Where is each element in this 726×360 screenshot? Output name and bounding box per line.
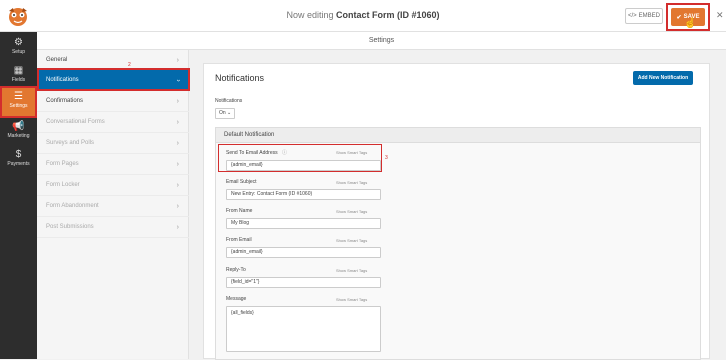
annotation-subnav: 2	[128, 62, 131, 68]
dollar-icon: $	[15, 149, 22, 160]
embed-label: EMBED	[638, 13, 661, 19]
settings-header: Settings	[37, 32, 726, 50]
chevron-right-icon: ›	[176, 182, 179, 189]
nav-marketing-label: Marketing	[7, 133, 30, 139]
notifications-select[interactable]: On ⌄	[215, 108, 235, 119]
notifications-highlight	[37, 68, 190, 91]
main-content: Notifications Add New Notification Notif…	[190, 50, 726, 360]
annotation-field: 3	[385, 155, 388, 161]
smart-tags-link[interactable]: Show Smart Tags	[336, 297, 367, 302]
message-label: Message	[226, 296, 247, 302]
nav-fields-label: Fields	[11, 77, 26, 83]
chevron-right-icon: ›	[176, 98, 179, 105]
embed-button[interactable]: </> EMBED	[625, 8, 663, 24]
settings-highlight	[0, 86, 37, 118]
cursor-icon: ☝	[684, 18, 697, 29]
nav-setup[interactable]: ⚙ Setup	[0, 34, 37, 64]
notifications-panel: Notifications Add New Notification Notif…	[203, 63, 710, 360]
subnav-surveys-polls[interactable]: Surveys and Polls ›	[37, 133, 189, 154]
reply-to-input[interactable]: {field_id="1"}	[226, 277, 381, 288]
nav-payments[interactable]: $ Payments	[0, 146, 37, 176]
chevron-right-icon: ›	[176, 203, 179, 210]
title-prefix: Now editing	[286, 10, 334, 20]
subnav-post-submissions[interactable]: Post Submissions ›	[37, 217, 189, 238]
left-nav: ⚙ Setup ▦ Fields ☰ Settings 📢 Marketing …	[0, 32, 37, 359]
send-to-highlight	[218, 144, 382, 172]
nav-marketing[interactable]: 📢 Marketing	[0, 118, 37, 148]
settings-subnav: General › Notifications › Confirmations …	[37, 50, 189, 359]
email-subject-label: Email Subject	[226, 179, 257, 185]
chevron-right-icon: ›	[176, 140, 179, 147]
smart-tags-link[interactable]: Show Smart Tags	[336, 238, 367, 243]
subnav-label: Form Pages	[46, 161, 79, 167]
subnav-label: Post Submissions	[46, 224, 94, 230]
megaphone-icon: 📢	[12, 121, 25, 132]
nav-setup-label: Setup	[11, 49, 26, 55]
chevron-right-icon: ›	[176, 161, 179, 168]
subnav-label: Surveys and Polls	[46, 140, 95, 146]
top-bar: Now editing Contact Form (ID #1060) </> …	[0, 0, 726, 40]
default-notification-title: Default Notification	[216, 128, 700, 143]
smart-tags-link[interactable]: Show Smart Tags	[336, 209, 367, 214]
from-email-input[interactable]: {admin_email}	[226, 247, 381, 258]
chevron-right-icon: ›	[176, 224, 179, 231]
fields-icon: ▦	[13, 65, 24, 76]
subnav-label: Form Locker	[46, 182, 80, 188]
message-textarea[interactable]: {all_fields}	[226, 306, 381, 352]
gear-icon: ⚙	[14, 37, 23, 48]
subnav-label: Confirmations	[46, 98, 84, 104]
nav-payments-label: Payments	[7, 161, 30, 167]
from-email-label: From Email	[226, 237, 252, 243]
subnav-form-locker[interactable]: Form Locker ›	[37, 175, 189, 196]
form-name: Contact Form (ID #1060)	[336, 10, 440, 20]
subnav-conversational-forms[interactable]: Conversational Forms ›	[37, 112, 189, 133]
code-icon: </>	[627, 13, 637, 19]
reply-to-label: Reply-To	[226, 267, 246, 273]
subnav-label: Conversational Forms	[46, 119, 105, 125]
notifications-label: Notifications	[215, 98, 243, 104]
email-subject-input[interactable]: New Entry: Contact Form (ID #1060)	[226, 189, 381, 200]
subnav-confirmations[interactable]: Confirmations ›	[37, 91, 189, 112]
from-name-input[interactable]: My Blog	[226, 218, 381, 229]
subnav-form-abandonment[interactable]: Form Abandonment ›	[37, 196, 189, 217]
subnav-label: Form Abandonment	[46, 203, 99, 209]
smart-tags-link[interactable]: Show Smart Tags	[336, 180, 367, 185]
panel-title: Notifications	[215, 73, 265, 83]
subnav-form-pages[interactable]: Form Pages ›	[37, 154, 189, 175]
subnav-label: General	[46, 57, 68, 63]
chevron-right-icon: ›	[176, 119, 179, 126]
from-name-label: From Name	[226, 208, 253, 214]
add-notification-button[interactable]: Add New Notification	[633, 71, 693, 85]
page-title: Now editing Contact Form (ID #1060)	[0, 10, 726, 20]
close-icon[interactable]: ✕	[716, 10, 724, 21]
smart-tags-link[interactable]: Show Smart Tags	[336, 268, 367, 273]
check-icon: ✔	[676, 14, 682, 21]
